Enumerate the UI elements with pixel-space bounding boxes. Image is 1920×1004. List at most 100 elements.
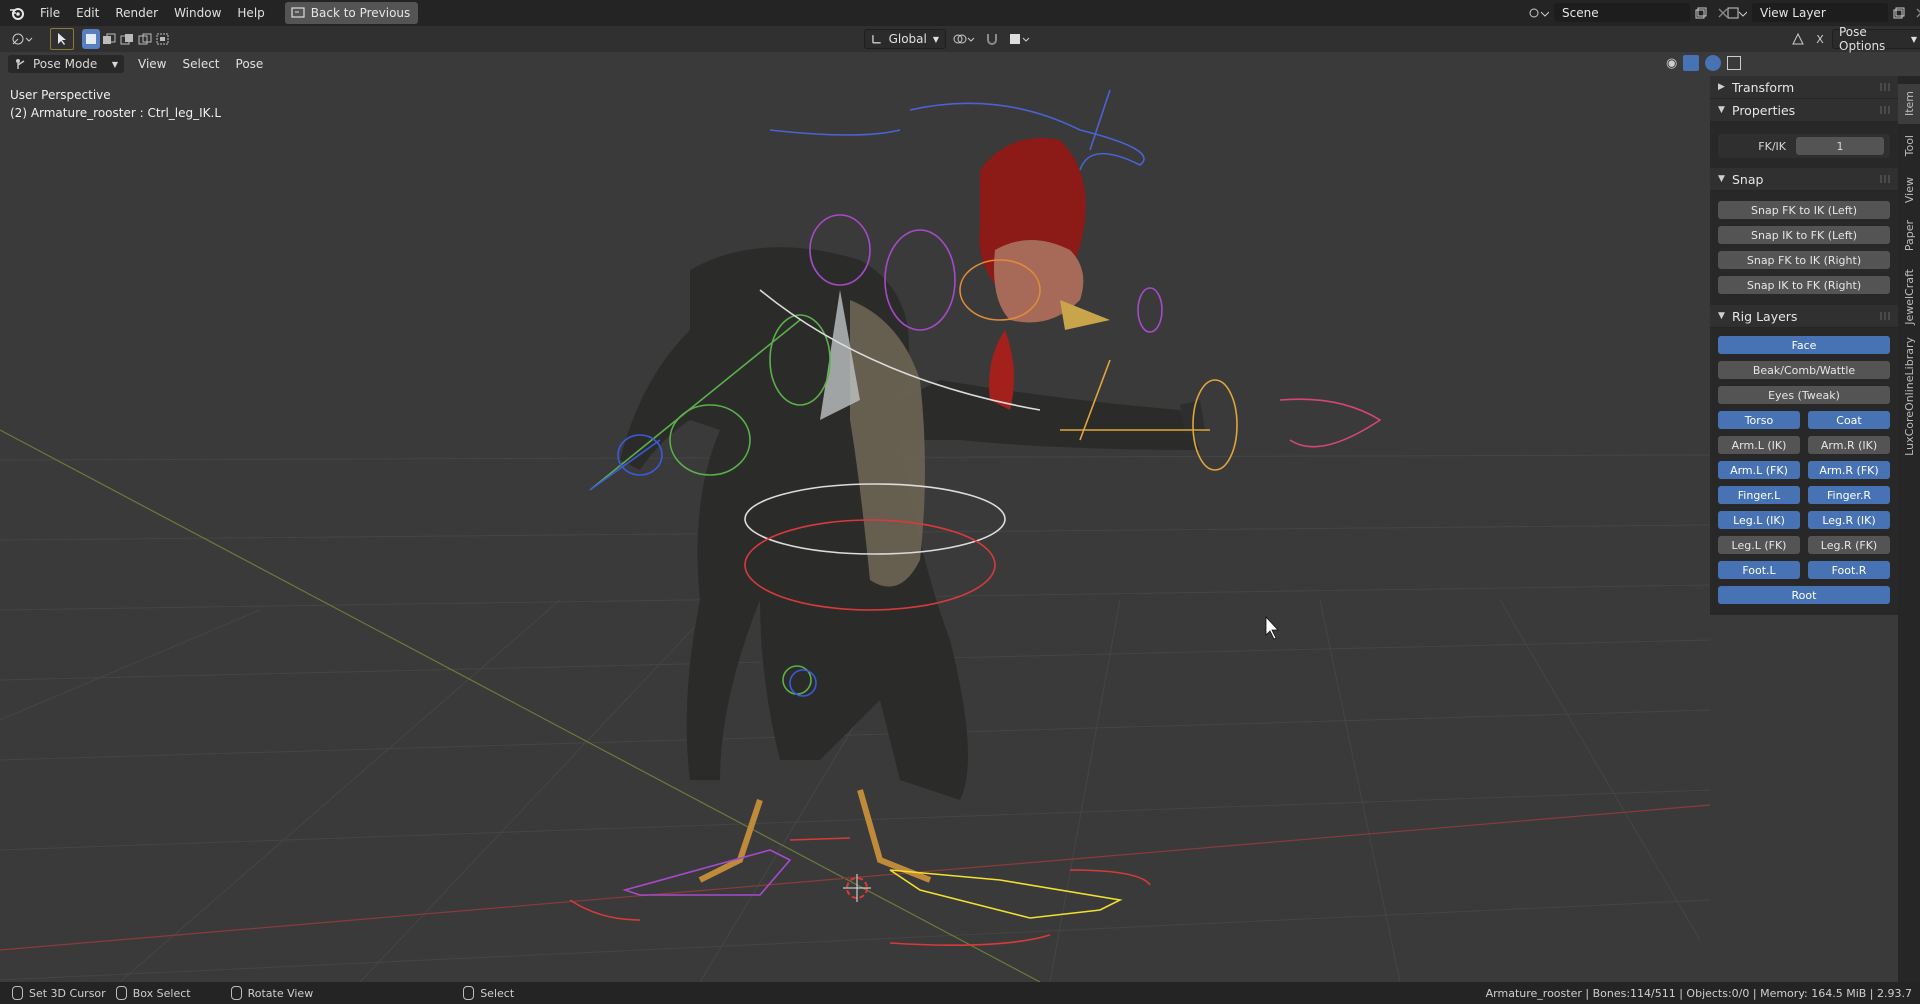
rig-layer-beak-button[interactable]: Beak/Comb/Wattle xyxy=(1718,361,1890,379)
drag-grip-icon[interactable] xyxy=(1880,106,1892,114)
view-menu[interactable]: View xyxy=(130,55,174,73)
active-object-label: (2) Armature_rooster : Ctrl_leg_IK.L xyxy=(10,106,222,120)
viewport-header: Pose Mode ▼ View Select Pose ◉ xyxy=(0,52,1742,76)
menu-help[interactable]: Help xyxy=(229,3,272,23)
transform-orientation-value: Global xyxy=(888,32,927,46)
rotate-view-label: Rotate View xyxy=(247,986,314,1000)
snap-ik-to-fk-left-button[interactable]: Snap IK to FK (Left) xyxy=(1718,226,1890,244)
snap-panel-title: Snap xyxy=(1732,171,1764,187)
tab-luxcoreonlinelibrary[interactable]: LuxCoreOnlineLibrary xyxy=(1898,336,1920,456)
tab-jewelcraft[interactable]: JewelCraft xyxy=(1898,262,1920,332)
chevron-down-icon: ▼ xyxy=(1718,174,1725,184)
rig-layer-row: Arm.L (IK) Arm.R (IK) xyxy=(1718,436,1890,461)
rig-layers-panel-body: Face Beak/Comb/Wattle Eyes (Tweak) Torso… xyxy=(1710,328,1898,615)
chevron-down-icon: ▼ xyxy=(1718,311,1725,321)
pose-options-dropdown[interactable]: Pose Options ▼ xyxy=(1832,25,1920,53)
fkik-label: FK/IK xyxy=(1758,139,1786,153)
fkik-slider[interactable]: 1 xyxy=(1796,137,1884,155)
snap-panel-header[interactable]: ▼ Snap xyxy=(1710,168,1898,191)
mouse-left-icon xyxy=(12,986,23,1000)
menu-render[interactable]: Render xyxy=(107,3,166,23)
back-to-previous-button[interactable]: Back to Previous xyxy=(284,2,419,24)
drag-grip-icon[interactable] xyxy=(1880,175,1892,183)
x-mirror-icon[interactable]: X xyxy=(1812,29,1828,49)
rig-layer-foot-r-button[interactable]: Foot.R xyxy=(1808,561,1890,579)
xray-toggle-icon[interactable] xyxy=(1727,56,1742,70)
rig-layers-panel-header[interactable]: ▼ Rig Layers xyxy=(1710,305,1898,328)
mode-dropdown[interactable]: Pose Mode ▼ xyxy=(8,55,124,73)
rig-layer-row: Leg.L (FK) Leg.R (FK) xyxy=(1718,536,1890,561)
blender-logo-icon[interactable] xyxy=(8,4,26,22)
mouse-middle-icon xyxy=(230,986,242,1000)
rig-layer-arm-r-fk-button[interactable]: Arm.R (FK) xyxy=(1808,461,1890,479)
3d-viewport[interactable] xyxy=(0,52,1710,982)
scene-browse-icon[interactable] xyxy=(1524,3,1554,22)
menu-file[interactable]: File xyxy=(32,3,68,23)
rig-layer-leg-l-ik-button[interactable]: Leg.L (IK) xyxy=(1718,511,1800,529)
rig-layer-torso-button[interactable]: Torso xyxy=(1718,411,1800,429)
overlay-gizmo-icon[interactable] xyxy=(1788,29,1808,49)
snap-element-icon[interactable] xyxy=(1006,29,1034,49)
chevron-down-icon: ▼ xyxy=(932,34,939,44)
editor-type-icon[interactable] xyxy=(8,29,38,49)
rig-layer-root-button[interactable]: Root xyxy=(1718,586,1890,604)
rig-layer-foot-l-button[interactable]: Foot.L xyxy=(1718,561,1800,579)
back-to-previous-label: Back to Previous xyxy=(310,6,411,20)
menu-window[interactable]: Window xyxy=(166,3,229,23)
tab-item[interactable]: Item xyxy=(1898,84,1920,124)
properties-panel-body: FK/IK 1 xyxy=(1710,122,1898,168)
rig-layer-arm-l-fk-button[interactable]: Arm.L (FK) xyxy=(1718,461,1800,479)
chevron-right-icon: ▶ xyxy=(1718,82,1725,92)
select-new-mode-icon[interactable] xyxy=(82,29,100,49)
new-scene-icon[interactable] xyxy=(1690,3,1712,22)
rig-layer-finger-l-button[interactable]: Finger.L xyxy=(1718,486,1800,504)
properties-panel-header[interactable]: ▼ Properties xyxy=(1710,99,1898,122)
pivot-point-icon[interactable] xyxy=(950,29,978,49)
gizmo-toggle-icon[interactable] xyxy=(1683,55,1700,71)
transform-orientation-dropdown[interactable]: Global ▼ xyxy=(864,29,946,49)
view-layer-browse-icon[interactable] xyxy=(1722,3,1752,22)
tab-paper[interactable]: Paper xyxy=(1898,214,1920,258)
select-menu[interactable]: Select xyxy=(174,55,227,73)
rig-layer-face-button[interactable]: Face xyxy=(1718,336,1890,354)
rig-layer-leg-r-fk-button[interactable]: Leg.R (FK) xyxy=(1808,536,1890,554)
scene-selector: Scene xyxy=(1524,3,1734,22)
mode-label: Pose Mode xyxy=(33,57,98,71)
sidebar-panel: ▶ Transform ▼ Properties FK/IK 1 ▼ Snap … xyxy=(1710,76,1898,615)
rig-layer-arm-r-ik-button[interactable]: Arm.R (IK) xyxy=(1808,436,1890,454)
menu-edit[interactable]: Edit xyxy=(68,3,107,23)
select-tool-icon[interactable] xyxy=(50,28,74,50)
snap-toggle-icon[interactable] xyxy=(982,29,1002,49)
new-view-layer-icon[interactable] xyxy=(1888,3,1910,22)
tab-tool[interactable]: Tool xyxy=(1898,126,1920,166)
view-layer-name-field[interactable]: View Layer xyxy=(1752,3,1888,22)
snap-ik-to-fk-right-button[interactable]: Snap IK to FK (Right) xyxy=(1718,276,1890,294)
visibility-eye-icon[interactable]: ◉ xyxy=(1666,56,1677,71)
rig-layer-eyes-button[interactable]: Eyes (Tweak) xyxy=(1718,386,1890,404)
transform-panel-header[interactable]: ▶ Transform xyxy=(1710,76,1898,99)
tab-view[interactable]: View xyxy=(1898,170,1920,210)
select-invert-mode-icon[interactable] xyxy=(136,29,154,49)
chevron-down-icon: ▼ xyxy=(111,59,118,69)
delete-view-layer-icon[interactable] xyxy=(1910,3,1920,22)
set-cursor-label: Set 3D Cursor xyxy=(29,986,106,1000)
rig-layer-arm-l-ik-button[interactable]: Arm.L (IK) xyxy=(1718,436,1800,454)
status-bar: Set 3D Cursor Box Select Rotate View Sel… xyxy=(0,982,1920,1004)
drag-grip-icon[interactable] xyxy=(1880,312,1892,320)
snap-fk-to-ik-right-button[interactable]: Snap FK to IK (Right) xyxy=(1718,251,1890,269)
scene-name-field[interactable]: Scene xyxy=(1554,3,1690,22)
viewport-shading-group: ◉ xyxy=(1666,55,1742,71)
mouse-right-icon xyxy=(463,986,475,1000)
rig-layer-leg-l-fk-button[interactable]: Leg.L (FK) xyxy=(1718,536,1800,554)
select-intersect-mode-icon[interactable] xyxy=(154,29,172,49)
snap-fk-to-ik-left-button[interactable]: Snap FK to IK (Left) xyxy=(1718,201,1890,219)
drag-grip-icon[interactable] xyxy=(1880,83,1892,91)
rig-layer-finger-r-button[interactable]: Finger.R xyxy=(1808,486,1890,504)
select-extend-mode-icon[interactable] xyxy=(100,29,118,49)
overlay-toggle-icon[interactable] xyxy=(1705,55,1722,71)
pose-menu[interactable]: Pose xyxy=(228,55,272,73)
rig-layer-leg-r-ik-button[interactable]: Leg.R (IK) xyxy=(1808,511,1890,529)
select-subtract-mode-icon[interactable] xyxy=(118,29,136,49)
box-select-hint: Box Select xyxy=(115,986,191,1000)
rig-layer-coat-button[interactable]: Coat xyxy=(1808,411,1890,429)
